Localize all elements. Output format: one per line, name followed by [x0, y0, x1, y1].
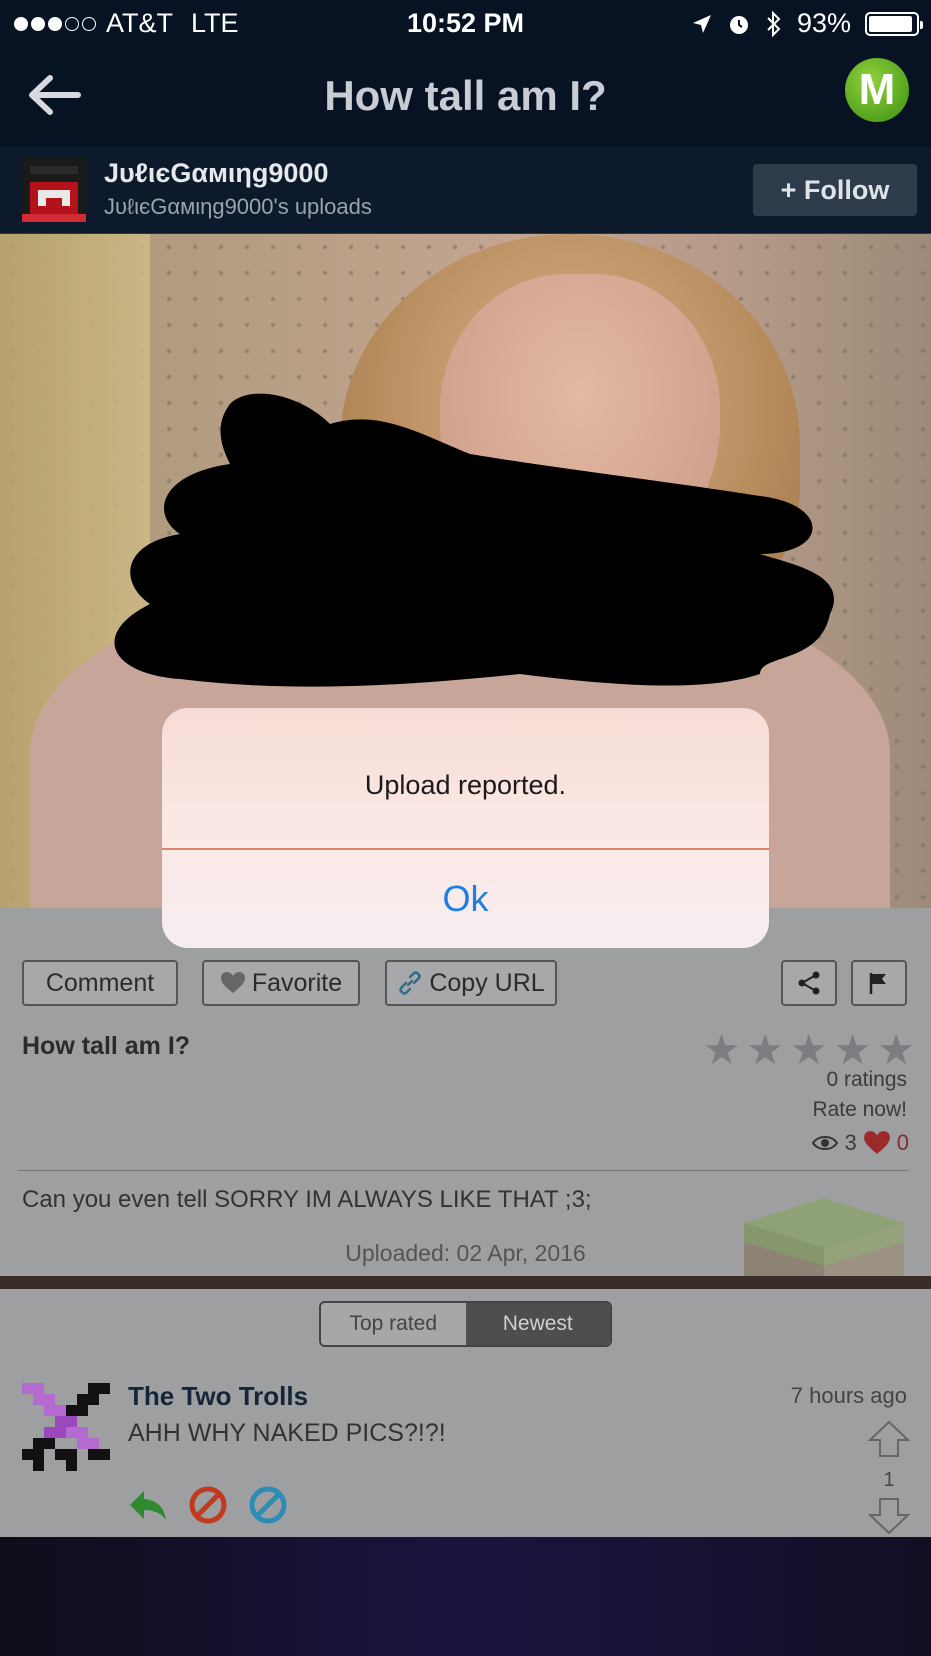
- favorite-label: Favorite: [251, 968, 343, 997]
- tab-top-rated[interactable]: Top rated: [321, 1303, 466, 1345]
- comment-time: 7 hours ago: [790, 1383, 907, 1408]
- section-separator: [0, 1276, 931, 1289]
- bluetooth-icon: [767, 10, 781, 37]
- details-divider: [18, 1170, 909, 1171]
- status-right: 93%: [691, 8, 923, 39]
- heart-icon: [220, 972, 245, 993]
- comment-score: 1: [883, 1469, 895, 1491]
- flag-icon: [869, 973, 886, 994]
- vote-control: 1: [867, 1419, 911, 1542]
- stat-counts: 3 0: [811, 1130, 909, 1156]
- report-comment-icon[interactable]: [248, 1485, 288, 1525]
- upvote-arrow-icon[interactable]: [867, 1419, 911, 1459]
- alarm-icon: [729, 15, 748, 34]
- favorite-count: 0: [896, 1130, 909, 1155]
- page-title: How tall am I?: [324, 72, 607, 119]
- copy-url-button[interactable]: Copy URL: [385, 960, 557, 1006]
- rating-stars[interactable]: ★ ★ ★ ★ ★: [703, 1029, 915, 1071]
- copy-url-label: Copy URL: [429, 968, 545, 997]
- uploader-name[interactable]: JυℓιєGαмιηg9000: [104, 158, 328, 189]
- app-logo[interactable]: M: [845, 58, 909, 122]
- block-user-icon[interactable]: [188, 1485, 228, 1525]
- share-button[interactable]: [781, 960, 837, 1006]
- alert-message: Upload reported.: [364, 770, 567, 800]
- upload-date: Uploaded: 02 Apr, 2016: [345, 1240, 586, 1266]
- battery-icon: [865, 11, 923, 36]
- comment-text: AHH WHY NAKED PICS?!?!: [128, 1419, 446, 1447]
- follow-button[interactable]: + Follow: [753, 164, 917, 216]
- red-heart-icon: [863, 1131, 890, 1154]
- alert-ok-button[interactable]: Ok: [162, 850, 769, 948]
- favorite-button[interactable]: Favorite: [202, 960, 360, 1006]
- upload-details: Comment Favorite Copy URL How tall am I?…: [0, 908, 931, 1333]
- uploader-subtitle[interactable]: JυℓιєGαмιηg9000's uploads: [104, 194, 372, 220]
- location-arrow-icon: [692, 14, 711, 33]
- star-icon[interactable]: ★: [834, 1029, 872, 1071]
- comment-actions: [128, 1485, 288, 1525]
- share-icon: [798, 971, 820, 995]
- view-count: 3: [844, 1130, 857, 1155]
- downvote-arrow-icon[interactable]: [867, 1496, 911, 1536]
- battery-percent: 93%: [796, 8, 851, 38]
- nav-bar: How tall am I? M: [0, 46, 931, 146]
- star-icon[interactable]: ★: [877, 1029, 915, 1071]
- star-icon[interactable]: ★: [790, 1029, 828, 1071]
- comment-author[interactable]: The Two Trolls: [128, 1381, 308, 1412]
- rate-now-link[interactable]: Rate now!: [812, 1098, 907, 1122]
- comments-section: Top rated Newest The Two Trolls 7 hours …: [0, 1289, 931, 1537]
- eye-icon: [811, 1136, 838, 1150]
- tab-newest[interactable]: Newest: [465, 1303, 610, 1345]
- post-title: How tall am I?: [22, 1032, 191, 1060]
- report-button[interactable]: [851, 960, 907, 1006]
- uploader-row: JυℓιєGαмιηg9000 JυℓιєGαмιηg9000's upload…: [0, 146, 931, 234]
- ratings-count: 0 ratings: [826, 1068, 907, 1091]
- comment-label: Comment: [45, 968, 155, 997]
- star-icon[interactable]: ★: [703, 1029, 741, 1071]
- comment-button[interactable]: Comment: [22, 960, 178, 1006]
- link-icon: [399, 971, 422, 995]
- reply-icon[interactable]: [128, 1487, 168, 1523]
- bottom-area: [0, 1537, 931, 1656]
- post-description: Can you even tell SORRY IM ALWAYS LIKE T…: [22, 1186, 592, 1213]
- uploader-avatar[interactable]: [22, 158, 86, 222]
- alert-dialog: Upload reported. Ok: [162, 708, 769, 948]
- commenter-avatar[interactable]: [22, 1383, 110, 1471]
- comment-sort-control: Top rated Newest: [319, 1301, 612, 1347]
- status-bar: AT&T LTE 10:52 PM 93%: [0, 0, 931, 46]
- star-icon[interactable]: ★: [746, 1029, 784, 1071]
